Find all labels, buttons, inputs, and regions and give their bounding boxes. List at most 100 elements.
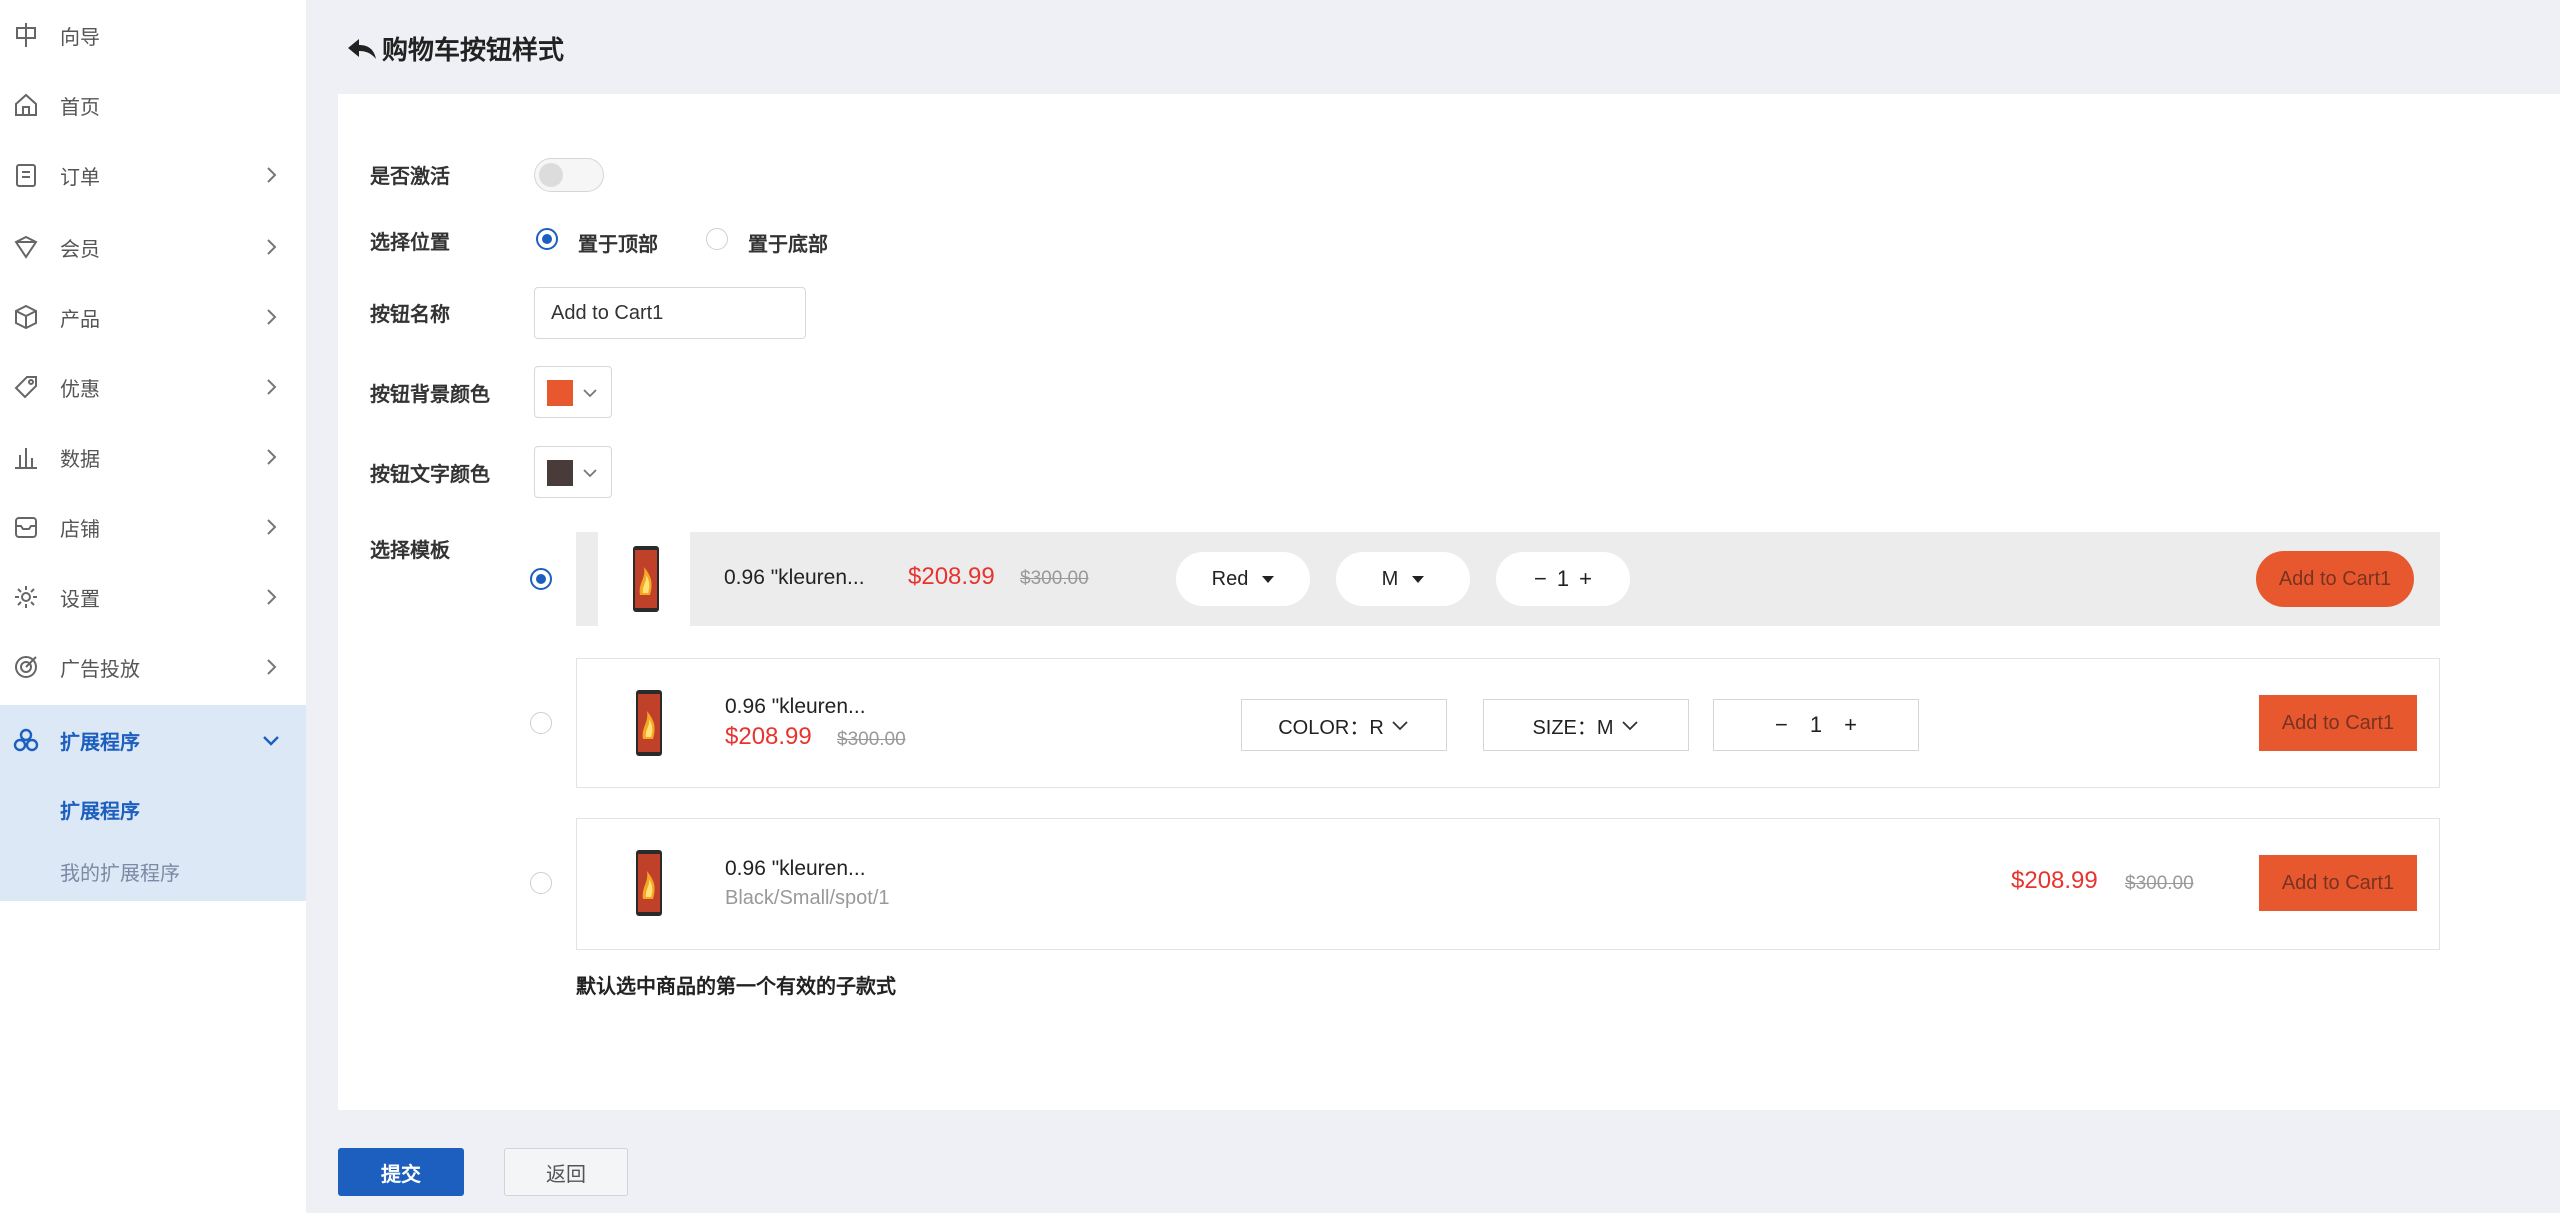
ads-icon — [12, 653, 40, 681]
template-1-preview[interactable]: 0.96 "kleuren... $208.99 $300.00 Red M −… — [576, 532, 2440, 626]
add-to-cart-button[interactable]: Add to Cart1 — [2259, 695, 2417, 751]
text-color-label: 按钮文字颜色 — [370, 464, 490, 486]
template-hint: 默认选中商品的第一个有效的子款式 — [576, 976, 896, 998]
caret-down-icon — [1262, 575, 1275, 583]
chevron-right-icon — [267, 589, 277, 605]
color-dropdown[interactable]: Red — [1176, 552, 1310, 606]
product-old-price: $300.00 — [1020, 568, 1089, 589]
sidebar-item-products[interactable]: 产品 — [0, 282, 306, 352]
product-phone-image — [632, 545, 660, 613]
position-top-label: 置于顶部 — [578, 234, 658, 256]
sidebar-item-label: 店铺 — [60, 518, 100, 541]
chevron-right-icon — [267, 167, 277, 183]
position-bottom-radio[interactable] — [706, 228, 728, 250]
sidebar-item-label: 广告投放 — [60, 658, 140, 681]
sidebar-item-label: 设置 — [60, 588, 100, 611]
product-price: $208.99 — [908, 563, 995, 590]
sidebar: 向导 首页 订单 会员 产品 优惠 数据 店铺 设置 广告投放 扩展程序 扩展程… — [0, 0, 306, 1213]
order-icon — [12, 161, 40, 189]
product-variant: Black/Small/spot/1 — [725, 887, 890, 909]
page-title: 购物车按钮样式 — [346, 30, 564, 67]
member-icon — [12, 233, 40, 261]
minus-button[interactable]: − — [1534, 566, 1547, 592]
caret-down-icon — [1412, 575, 1425, 583]
sidebar-item-ads[interactable]: 广告投放 — [0, 632, 306, 702]
add-to-cart-button[interactable]: Add to Cart1 — [2256, 551, 2414, 607]
sidebar-item-store[interactable]: 店铺 — [0, 492, 306, 562]
sidebar-item-label: 数据 — [60, 448, 100, 471]
sidebar-item-settings[interactable]: 设置 — [0, 562, 306, 632]
sidebar-item-members[interactable]: 会员 — [0, 212, 306, 282]
size-dropdown[interactable]: M — [1336, 552, 1470, 606]
quantity-stepper[interactable]: − 1 + — [1713, 699, 1919, 751]
page-title-text: 购物车按钮样式 — [382, 35, 565, 65]
quantity-value: 1 — [1556, 566, 1570, 591]
size-select[interactable]: SIZE：M — [1483, 699, 1689, 751]
extensions-icon — [12, 726, 40, 754]
template-label: 选择模板 — [370, 540, 450, 562]
plus-button[interactable]: + — [1844, 712, 1857, 738]
active-toggle[interactable] — [534, 158, 604, 192]
add-to-cart-button[interactable]: Add to Cart1 — [2259, 855, 2417, 911]
color-select[interactable]: COLOR：R — [1241, 699, 1447, 751]
product-phone-image — [635, 849, 663, 917]
position-top-radio[interactable] — [536, 228, 558, 250]
product-title: 0.96 "kleuren... — [725, 695, 866, 718]
bg-color-swatch — [547, 380, 573, 406]
bg-color-label: 按钮背景颜色 — [370, 384, 490, 406]
template-2-preview[interactable]: 0.96 "kleuren... $208.99 $300.00 COLOR：R… — [576, 658, 2440, 788]
quantity-stepper[interactable]: − 1 + — [1496, 552, 1630, 606]
back-arrow-icon[interactable] — [346, 35, 378, 63]
store-icon — [12, 513, 40, 541]
text-color-swatch — [547, 460, 573, 486]
back-button[interactable]: 返回 — [504, 1148, 628, 1196]
toggle-knob — [539, 163, 563, 187]
submit-button[interactable]: 提交 — [338, 1148, 464, 1196]
template-2-radio[interactable] — [530, 712, 552, 734]
chevron-right-icon — [267, 379, 277, 395]
color-dropdown-value: Red — [1211, 567, 1249, 590]
sidebar-item-extensions[interactable]: 扩展程序 — [0, 705, 306, 775]
submenu-item-my-extensions[interactable]: 我的扩展程序 — [60, 857, 180, 886]
sidebar-item-label: 扩展程序 — [60, 731, 140, 754]
chevron-down-icon — [583, 469, 597, 478]
minus-button[interactable]: − — [1775, 712, 1788, 738]
product-icon — [12, 303, 40, 331]
chevron-down-icon — [1392, 721, 1408, 731]
sidebar-item-data[interactable]: 数据 — [0, 422, 306, 492]
chevron-down-icon — [1621, 721, 1638, 731]
settings-panel: 是否激活 选择位置 置于顶部 置于底部 按钮名称 按钮背景颜色 按钮文字颜色 选… — [338, 94, 2560, 1110]
chevron-down-icon — [263, 736, 279, 746]
position-bottom-label: 置于底部 — [748, 234, 828, 256]
product-old-price: $300.00 — [2125, 873, 2194, 894]
product-price: $208.99 — [725, 723, 812, 750]
active-label: 是否激活 — [370, 166, 450, 188]
size-dropdown-value: M — [1381, 567, 1399, 590]
sidebar-item-orders[interactable]: 订单 — [0, 140, 306, 210]
bg-color-picker[interactable] — [534, 366, 612, 418]
button-name-input[interactable] — [534, 287, 806, 339]
sidebar-item-label: 向导 — [60, 26, 100, 49]
template-1-radio[interactable] — [530, 568, 552, 590]
quantity-value: 1 — [1809, 712, 1823, 737]
text-color-picker[interactable] — [534, 446, 612, 498]
product-old-price: $300.00 — [837, 729, 906, 750]
chevron-right-icon — [267, 449, 277, 465]
sidebar-item-label: 优惠 — [60, 378, 100, 401]
chevron-right-icon — [267, 239, 277, 255]
chevron-right-icon — [267, 519, 277, 535]
product-title: 0.96 "kleuren... — [724, 566, 865, 589]
extensions-submenu: 扩展程序 我的扩展程序 — [0, 775, 306, 901]
sidebar-item-guide[interactable]: 向导 — [0, 0, 306, 70]
template-3-radio[interactable] — [530, 872, 552, 894]
sidebar-item-label: 产品 — [60, 308, 100, 331]
size-select-value: SIZE：M — [1532, 716, 1614, 739]
plus-button[interactable]: + — [1579, 566, 1592, 592]
position-label: 选择位置 — [370, 232, 450, 254]
product-price: $208.99 — [2011, 867, 2098, 894]
home-icon — [12, 91, 40, 119]
submenu-item-extensions[interactable]: 扩展程序 — [60, 795, 140, 824]
template-3-preview[interactable]: 0.96 "kleuren... Black/Small/spot/1 $208… — [576, 818, 2440, 950]
sidebar-item-coupons[interactable]: 优惠 — [0, 352, 306, 422]
sidebar-item-home[interactable]: 首页 — [0, 70, 306, 140]
